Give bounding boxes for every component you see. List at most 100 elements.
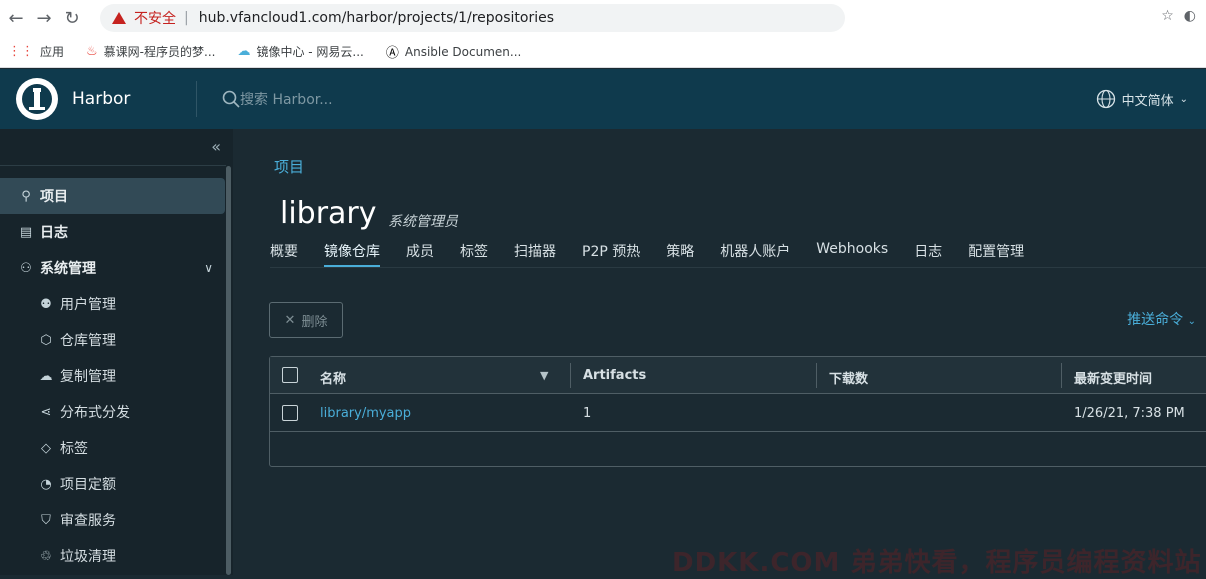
replication-icon: ☁ bbox=[39, 368, 53, 384]
sidebar-item-label: 垃圾清理 bbox=[60, 549, 116, 565]
watermark: DDKK.COM 弟弟快看，程序员编程资料站 bbox=[672, 548, 1202, 578]
globe-icon bbox=[1096, 89, 1115, 109]
sidebar-item-interrogation[interactable]: ⛉ 审查服务 bbox=[0, 502, 225, 538]
browser-actions: ☆ ◐ bbox=[1161, 8, 1196, 24]
sidebar-item-admin[interactable]: ⚇ 系统管理 ∨ bbox=[0, 250, 225, 286]
sidebar-scrollbar[interactable] bbox=[226, 166, 231, 575]
tab-summary[interactable]: 概要 bbox=[270, 241, 298, 268]
bookmark-imooc[interactable]: ♨ 慕课网-程序员的梦... bbox=[86, 43, 215, 60]
search-icon bbox=[222, 90, 240, 108]
tabs-divider bbox=[270, 267, 1206, 268]
column-header-pulls[interactable]: 下载数 bbox=[829, 368, 868, 387]
sidebar-item-labels[interactable]: ◇ 标签 bbox=[0, 430, 225, 466]
tab-p2p-preheat[interactable]: P2P 预热 bbox=[582, 241, 640, 268]
quota-icon: ◔ bbox=[40, 476, 52, 492]
artifacts-count: 1 bbox=[583, 406, 592, 421]
bookmark-apps[interactable]: ⋮⋮ 应用 bbox=[8, 43, 64, 60]
repositories-table: 名称 ▼ Artifacts 下载数 最新变更时间 library/myapp … bbox=[269, 356, 1206, 467]
sidebar-item-label: 日志 bbox=[40, 225, 68, 241]
push-command-label: 推送命令 bbox=[1127, 312, 1184, 328]
tab-members[interactable]: 成员 bbox=[406, 241, 434, 268]
sidebar-item-users[interactable]: ⚉ 用户管理 bbox=[0, 286, 225, 322]
column-separator[interactable] bbox=[816, 363, 817, 388]
reload-icon[interactable]: ↻ bbox=[58, 4, 86, 32]
tab-webhooks[interactable]: Webhooks bbox=[816, 241, 888, 268]
brand-name: Harbor bbox=[72, 89, 131, 109]
address-bar[interactable]: 不安全 | hub.vfancloud1.com/harbor/projects… bbox=[100, 4, 845, 32]
ansible-icon: Ⓐ bbox=[385, 46, 399, 61]
page-title: library bbox=[280, 196, 377, 231]
sidebar-item-gc[interactable]: ♲ 垃圾清理 bbox=[0, 538, 225, 574]
sidebar: « ⚲ 项目 ▤ 日志 ⚇ 系统管理 ∨ ⚉ 用户管理 ⬡ 仓库管理 ☁ 复制管理 ⋖ 分布式分… bbox=[0, 129, 233, 575]
tab-scanner[interactable]: 扫描器 bbox=[514, 241, 556, 268]
sidebar-item-label: 项目 bbox=[40, 189, 68, 205]
forward-icon[interactable]: → bbox=[30, 4, 58, 32]
bookmark-ansible[interactable]: Ⓐ Ansible Documen... bbox=[385, 42, 521, 62]
header-divider bbox=[196, 81, 197, 117]
delete-button[interactable]: ✕ 删除 bbox=[269, 302, 343, 338]
select-all-checkbox[interactable] bbox=[282, 367, 298, 383]
chevron-down-icon: ⌄ bbox=[1187, 316, 1196, 327]
push-command-dropdown[interactable]: 推送命令 ⌄ bbox=[1127, 309, 1196, 329]
apps-grid-icon: ⋮⋮ bbox=[8, 44, 34, 59]
back-icon[interactable]: ← bbox=[2, 4, 30, 32]
filter-icon[interactable]: ▼ bbox=[540, 369, 548, 382]
column-header-name[interactable]: 名称 bbox=[320, 368, 346, 387]
distribution-icon: ⋖ bbox=[40, 404, 52, 420]
role-badge: 系统管理员 bbox=[388, 214, 458, 230]
column-header-updated[interactable]: 最新变更时间 bbox=[1074, 368, 1152, 387]
global-search[interactable]: 搜索 Harbor... bbox=[222, 89, 333, 109]
tab-policy[interactable]: 策略 bbox=[666, 241, 694, 268]
bookmarks-bar: ⋮⋮ 应用 ♨ 慕课网-程序员的梦... ☁ 镜像中心 - 网易云... Ⓐ Ansib… bbox=[0, 36, 1206, 68]
sidebar-item-label: 标签 bbox=[60, 441, 88, 457]
sidebar-item-replication[interactable]: ☁ 复制管理 bbox=[0, 358, 225, 394]
bookmark-netease[interactable]: ☁ 镜像中心 - 网易云... bbox=[237, 43, 363, 60]
cloud-icon: ☁ bbox=[237, 44, 251, 59]
sidebar-item-projects[interactable]: ⚲ 项目 bbox=[0, 178, 225, 214]
table-header: 名称 ▼ Artifacts 下载数 最新变更时间 bbox=[270, 357, 1206, 394]
column-separator[interactable] bbox=[1061, 363, 1062, 388]
search-placeholder: 搜索 Harbor... bbox=[240, 92, 333, 108]
sidebar-item-registries[interactable]: ⬡ 仓库管理 bbox=[0, 322, 225, 358]
projects-icon: ⚲ bbox=[21, 188, 31, 204]
table-row[interactable]: library/myapp 1 1/26/21, 7:38 PM bbox=[270, 395, 1206, 432]
sidebar-item-distribution[interactable]: ⋖ 分布式分发 bbox=[0, 394, 225, 430]
lighthouse-icon bbox=[22, 84, 52, 114]
update-time: 1/26/21, 7:38 PM bbox=[1074, 406, 1185, 421]
sidebar-item-label: 项目定额 bbox=[60, 477, 116, 493]
security-warning[interactable]: 不安全 bbox=[112, 8, 176, 28]
registry-icon: ⬡ bbox=[40, 332, 52, 348]
sidebar-item-quotas[interactable]: ◔ 项目定额 bbox=[0, 466, 225, 502]
app-header: Harbor 搜索 Harbor... 中文简体 ⌄ bbox=[0, 69, 1206, 129]
tab-logs[interactable]: 日志 bbox=[914, 241, 942, 268]
collapse-sidebar-icon[interactable]: « bbox=[211, 137, 221, 156]
users-icon: ⚉ bbox=[40, 296, 52, 312]
log-icon: ▤ bbox=[19, 224, 33, 240]
sidebar-item-logs[interactable]: ▤ 日志 bbox=[0, 214, 225, 250]
repository-name-link[interactable]: library/myapp bbox=[320, 406, 411, 421]
harbor-logo[interactable] bbox=[16, 78, 58, 120]
column-header-artifacts[interactable]: Artifacts bbox=[583, 368, 646, 383]
breadcrumb[interactable]: 项目 bbox=[274, 156, 304, 177]
url-text: hub.vfancloud1.com/harbor/projects/1/rep… bbox=[198, 10, 555, 26]
bookmark-label: 应用 bbox=[40, 45, 65, 59]
browser-toolbar: ← → ↻ 不安全 | hub.vfancloud1.com/harbor/pr… bbox=[0, 0, 1206, 36]
extension-icon[interactable]: ◐ bbox=[1184, 8, 1196, 24]
language-selector[interactable]: 中文简体 ⌄ bbox=[1096, 89, 1188, 109]
tab-labels[interactable]: 标签 bbox=[460, 241, 488, 268]
tab-robot-accounts[interactable]: 机器人账户 bbox=[720, 241, 790, 268]
sidebar-item-label: 复制管理 bbox=[60, 369, 116, 385]
tab-repositories[interactable]: 镜像仓库 bbox=[324, 241, 380, 268]
bookmark-label: 慕课网-程序员的梦... bbox=[103, 45, 216, 59]
project-tabs: 概要 镜像仓库 成员 标签 扫描器 P2P 预热 策略 机器人账户 Webhoo… bbox=[270, 241, 1024, 268]
row-checkbox[interactable] bbox=[282, 405, 298, 421]
tab-configuration[interactable]: 配置管理 bbox=[968, 241, 1024, 268]
shield-icon: ⛉ bbox=[41, 512, 51, 528]
language-label: 中文简体 bbox=[1121, 93, 1174, 109]
bookmark-label: 镜像中心 - 网易云... bbox=[256, 45, 364, 59]
chevron-down-icon: ⌄ bbox=[1179, 93, 1188, 105]
tag-icon: ◇ bbox=[41, 440, 51, 456]
close-icon: ✕ bbox=[284, 312, 296, 328]
star-icon[interactable]: ☆ bbox=[1161, 8, 1174, 24]
column-separator[interactable] bbox=[570, 363, 571, 388]
